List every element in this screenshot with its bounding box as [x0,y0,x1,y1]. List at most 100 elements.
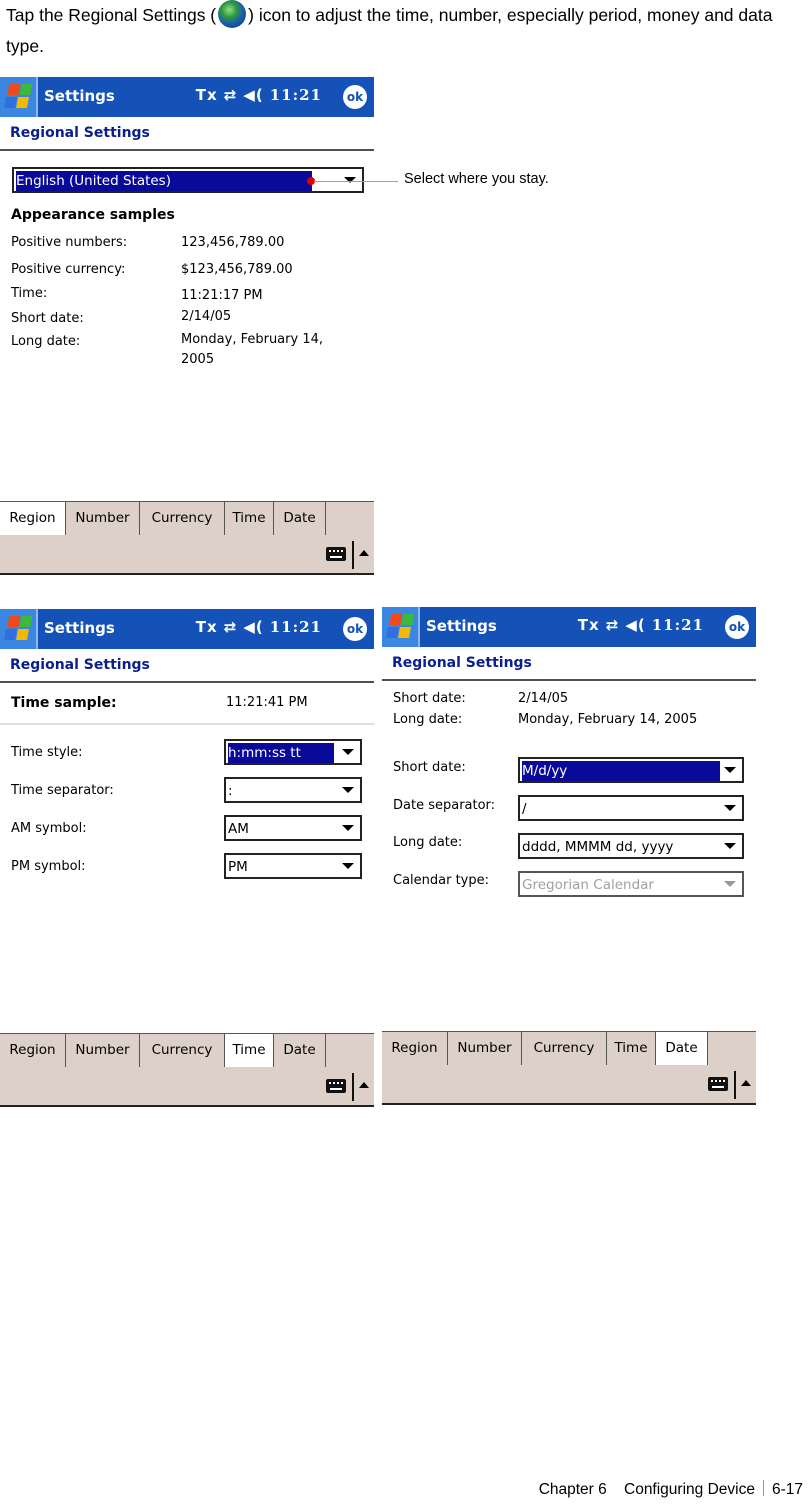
chevron-down-icon [724,881,736,887]
chevron-down-icon [344,177,356,183]
sip-up-arrow-icon[interactable] [359,550,369,556]
tab-number[interactable]: Number [448,1031,522,1065]
start-button[interactable] [0,77,38,117]
dropdown-value: h:mm:ss tt [228,743,334,763]
chevron-down-icon [342,749,354,755]
clock[interactable]: 11:21 [270,618,322,636]
dropdown-value: dddd, MMMM dd, yyyy [522,839,674,855]
ok-button[interactable]: ok [343,617,367,641]
intro-text-before: Tap the Regional Settings ( [6,5,217,25]
command-bar [0,535,374,575]
chevron-down-icon [724,767,736,773]
footer-chapter: Chapter 6 [538,1481,607,1498]
sample-value-continued: 2005 [181,352,215,367]
windows-logo-icon [4,616,35,642]
dropdown-value: Gregorian Calendar [522,877,654,893]
field-label: Long date: [393,835,463,850]
time-separator-dropdown[interactable]: : [224,777,362,803]
date-separator-dropdown[interactable]: / [518,795,744,821]
field-label: AM symbol: [11,821,87,836]
sync-icon[interactable]: ⇄ [224,86,238,104]
windows-logo-icon [4,84,35,110]
dropdown-value: PM [228,859,248,875]
field-label: Date separator: [393,798,496,813]
long-date-dropdown[interactable]: dddd, MMMM dd, yyyy [518,833,744,859]
keyboard-icon[interactable] [326,1079,346,1093]
sample-label: Positive currency: [11,262,126,277]
tab-date[interactable]: Date [274,1033,326,1067]
tab-region[interactable]: Region [0,502,66,536]
sample-label: Long date: [393,712,463,727]
app-title: Settings [44,87,115,105]
sync-icon[interactable]: ⇄ [224,618,238,636]
page-footer: Chapter 6 Configuring Device 6-17 [539,1480,803,1499]
tab-date[interactable]: Date [274,501,326,535]
tab-number[interactable]: Number [66,1033,140,1067]
sip-divider [352,541,354,569]
footer-divider [762,1480,764,1496]
tab-bar: Region Number Currency Time Date [382,1031,756,1066]
sip-up-arrow-icon[interactable] [741,1080,751,1086]
speaker-icon[interactable]: ◀( [243,618,263,636]
callout-line [314,181,398,182]
dropdown-value: M/d/yy [522,761,720,781]
tab-number[interactable]: Number [66,501,140,535]
keyboard-icon[interactable] [326,547,346,561]
field-label: Time style: [11,745,83,760]
appearance-heading: Appearance samples [11,207,175,223]
tab-region[interactable]: Region [382,1031,448,1065]
ok-button[interactable]: ok [343,85,367,109]
command-bar [382,1065,756,1105]
time-style-dropdown[interactable]: h:mm:ss tt [224,739,362,765]
sync-icon[interactable]: ⇄ [606,616,620,634]
start-button[interactable] [382,607,420,647]
speaker-icon[interactable]: ◀( [625,616,645,634]
short-date-dropdown[interactable]: M/d/yy [518,757,744,783]
sample-label: Short date: [11,311,84,326]
tab-time[interactable]: Time [225,1034,274,1068]
footer-page-number: 6-17 [771,1481,803,1498]
clock[interactable]: 11:21 [270,86,322,104]
tab-currency[interactable]: Currency [522,1031,607,1065]
clock[interactable]: 11:21 [652,616,704,634]
sip-divider [352,1073,354,1101]
sample-value: 2/14/05 [181,309,232,324]
tab-currency[interactable]: Currency [140,501,225,535]
tab-time[interactable]: Time [225,501,274,535]
title-bar: Settings Tx ⇄ ◀( 11:21 ok [0,77,374,117]
tab-time[interactable]: Time [607,1031,656,1065]
sample-label: Short date: [393,691,466,706]
sample-label: Time: [11,286,48,301]
speaker-icon[interactable]: ◀( [243,86,263,104]
status-icons: Tx ⇄ ◀( 11:21 [190,618,322,636]
page-title: Regional Settings [382,647,756,681]
antenna-icon[interactable]: Tx [578,616,600,634]
start-button[interactable] [0,609,38,649]
sip-up-arrow-icon[interactable] [359,1082,369,1088]
dropdown-value: : [228,783,233,799]
antenna-icon[interactable]: Tx [196,86,218,104]
tab-date[interactable]: Date [656,1032,708,1066]
antenna-icon[interactable]: Tx [196,618,218,636]
chevron-down-icon [342,825,354,831]
app-title: Settings [426,617,497,635]
page-title: Regional Settings [0,117,374,151]
sample-value: 123,456,789.00 [181,235,285,250]
ok-button[interactable]: ok [725,615,749,639]
field-label: PM symbol: [11,859,86,874]
tab-currency[interactable]: Currency [140,1033,225,1067]
am-symbol-dropdown[interactable]: AM [224,815,362,841]
field-label: Short date: [393,760,466,775]
sample-value: Monday, February 14, 2005 [518,712,698,727]
keyboard-icon[interactable] [708,1077,728,1091]
time-screen: Settings Tx ⇄ ◀(11:21 ok Regional Settings… [0,609,374,1109]
footer-section: Configuring Device [624,1481,755,1498]
status-icons: Tx ⇄ ◀( 11:21 [190,86,322,104]
tab-bar: Region Number Currency Time Date [0,501,374,536]
pm-symbol-dropdown[interactable]: PM [224,853,362,879]
sample-value: 11:21:17 PM [181,288,263,303]
sip-divider [734,1071,736,1099]
dropdown-value: / [522,801,527,817]
tab-region[interactable]: Region [0,1033,66,1067]
command-bar [0,1067,374,1107]
